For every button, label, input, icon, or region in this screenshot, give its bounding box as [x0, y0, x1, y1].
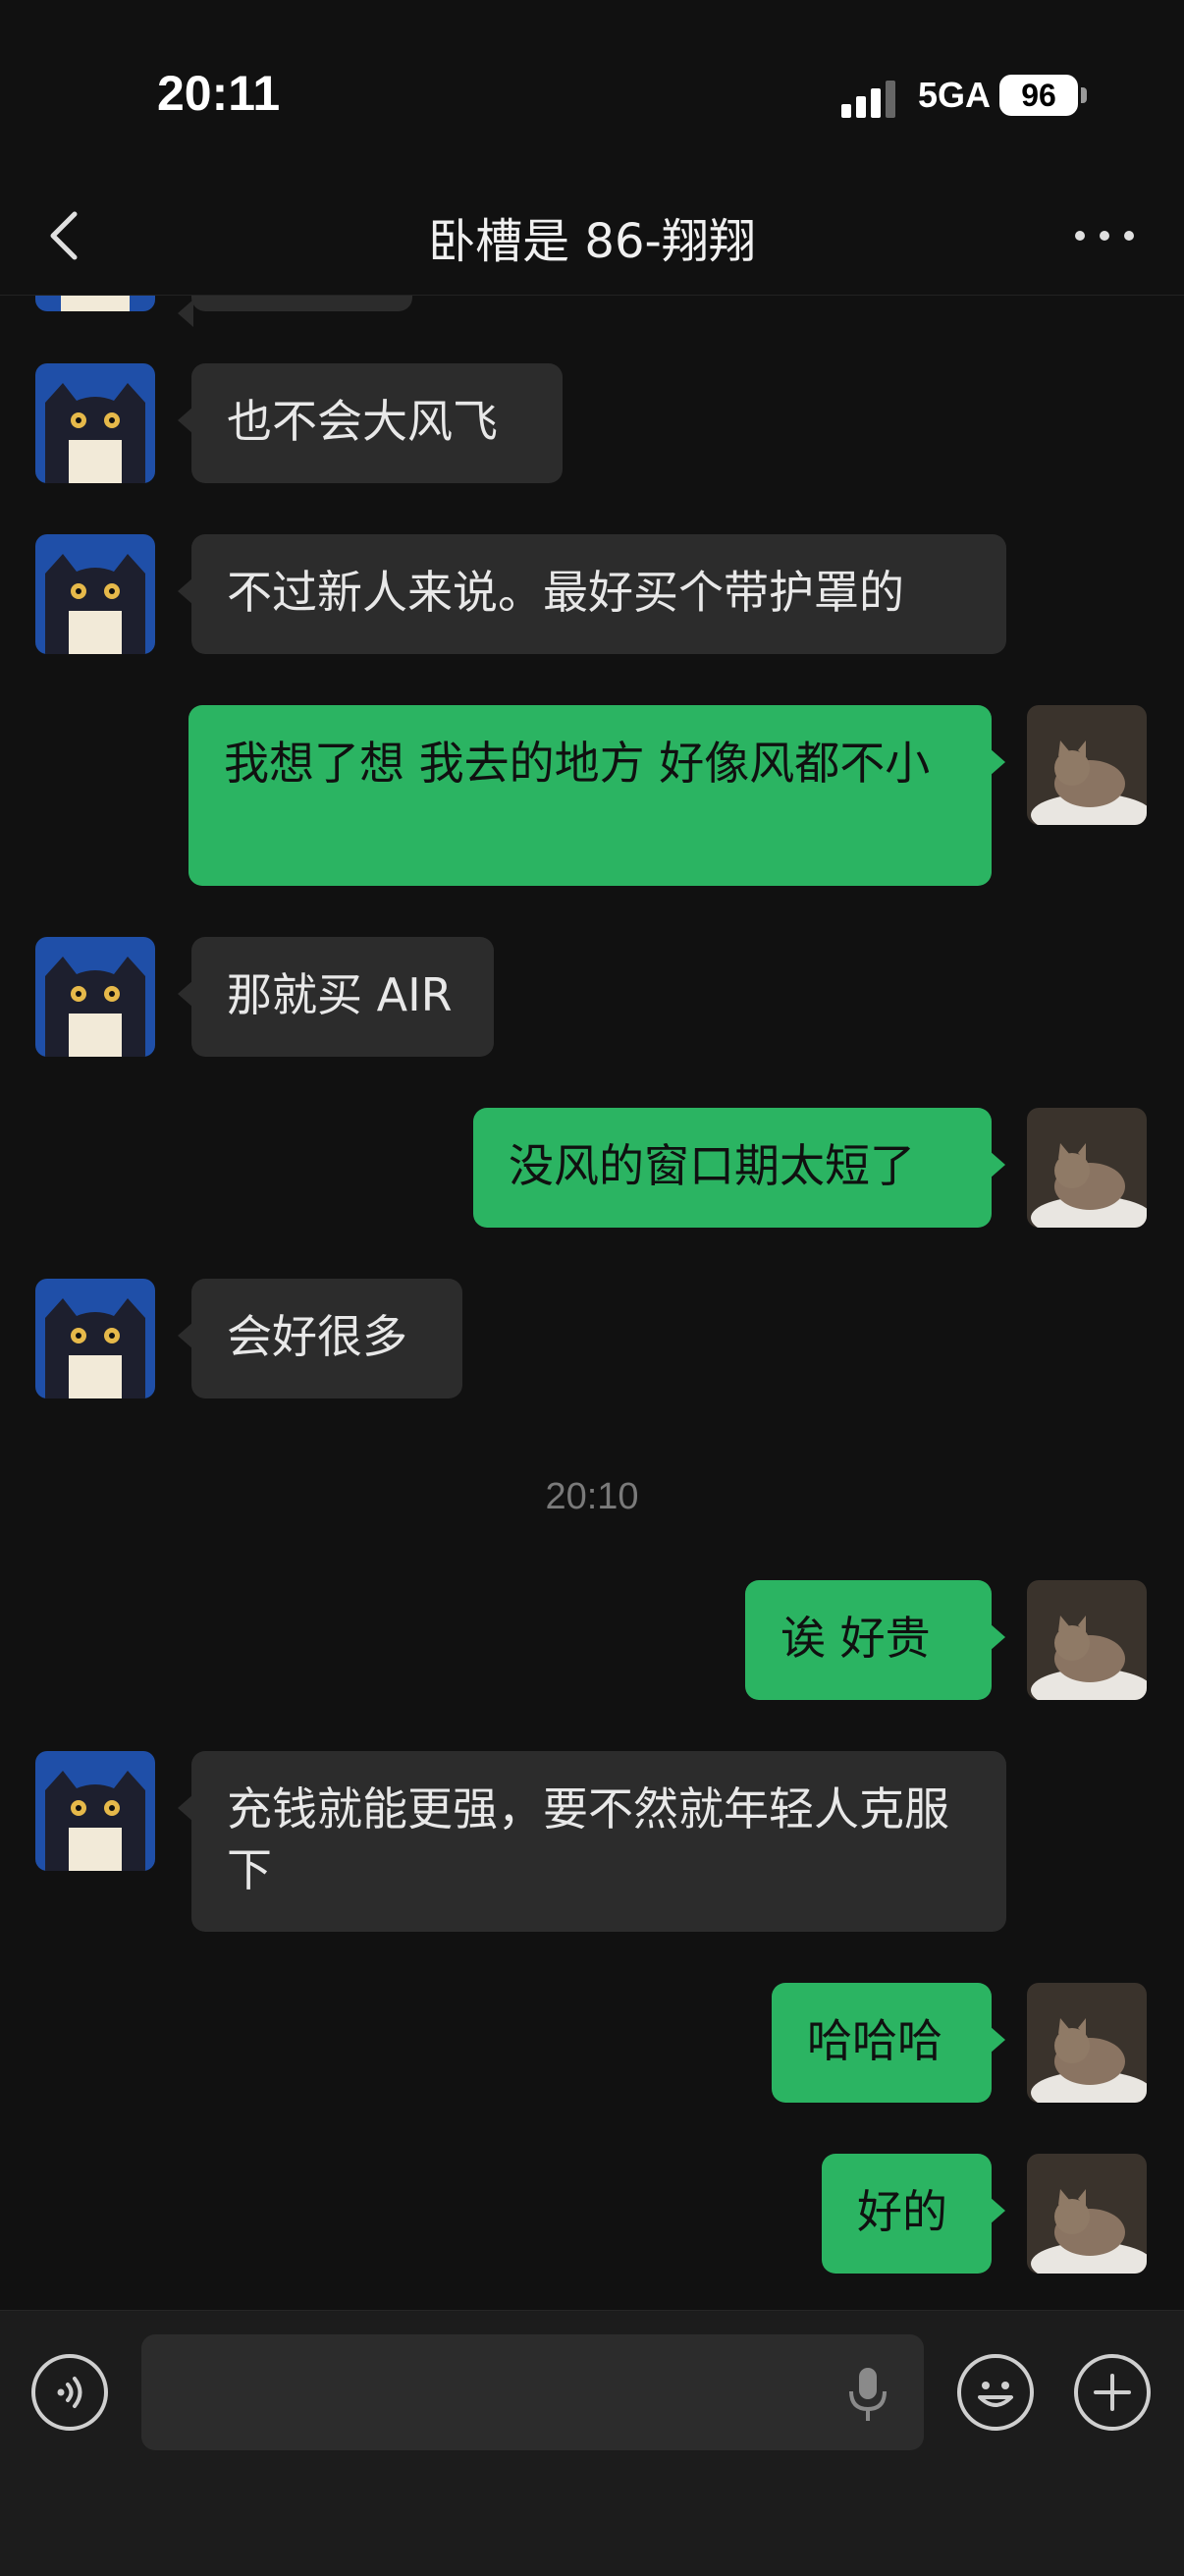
incoming-message[interactable]: 那就买 AIR — [178, 937, 494, 1057]
incoming-message[interactable]: 不过新人来说。最好买个带护罩的 — [178, 534, 1006, 654]
outgoing-message[interactable]: 好的 — [822, 2154, 1005, 2274]
battery-icon: 96 — [999, 75, 1078, 116]
contact-avatar[interactable] — [35, 534, 155, 654]
contact-avatar[interactable] — [35, 1751, 155, 1871]
more-dots-icon[interactable] — [1070, 206, 1139, 265]
my-avatar[interactable] — [1027, 1108, 1147, 1228]
battery-tip — [1081, 87, 1087, 103]
status-time: 20:11 — [157, 66, 281, 121]
my-avatar[interactable] — [1027, 1580, 1147, 1700]
contact-avatar[interactable] — [35, 363, 155, 483]
my-avatar[interactable] — [1027, 1983, 1147, 2103]
voice-icon[interactable] — [31, 2354, 108, 2431]
outgoing-message[interactable]: 哈哈哈 — [772, 1983, 1005, 2103]
outgoing-message[interactable]: 没风的窗口期太短了 — [473, 1108, 1005, 1228]
status-bar: 20:11 5GA 96 — [0, 0, 1184, 177]
mic-icon[interactable] — [846, 2366, 889, 2425]
chat-header: 卧槽是 86-翔翔 — [0, 177, 1184, 296]
incoming-message[interactable]: 也不会大风飞 — [178, 363, 563, 483]
message-timestamp: 20:10 — [545, 1476, 639, 1517]
message-bubble-partial[interactable] — [178, 296, 412, 327]
chat-title: 卧槽是 86-翔翔 — [428, 214, 756, 269]
outgoing-message[interactable]: 我想了想 我去的地方 好像风都不小 — [188, 705, 1005, 886]
outgoing-message[interactable]: 诶 好贵 — [745, 1580, 1005, 1700]
incoming-message[interactable]: 会好很多 — [178, 1279, 462, 1398]
incoming-message[interactable]: 充钱就能更强，要不然就年轻人克服下 — [178, 1751, 1006, 1932]
contact-avatar[interactable] — [35, 1279, 155, 1398]
plus-icon[interactable] — [1074, 2354, 1151, 2431]
contact-avatar[interactable] — [35, 937, 155, 1057]
message-input[interactable] — [141, 2334, 924, 2450]
contact-avatar[interactable] — [35, 296, 155, 311]
network-label: 5GA — [918, 75, 992, 115]
my-avatar[interactable] — [1027, 705, 1147, 825]
message-list[interactable]: 也不会大风飞 不过新人来说。最好买个带护罩的 我想了想 我去的地方 好像风都不小… — [0, 296, 1184, 2309]
my-avatar[interactable] — [1027, 2154, 1147, 2274]
input-bar — [0, 2310, 1184, 2576]
emoji-icon[interactable] — [957, 2354, 1034, 2431]
signal-icon — [841, 79, 900, 118]
